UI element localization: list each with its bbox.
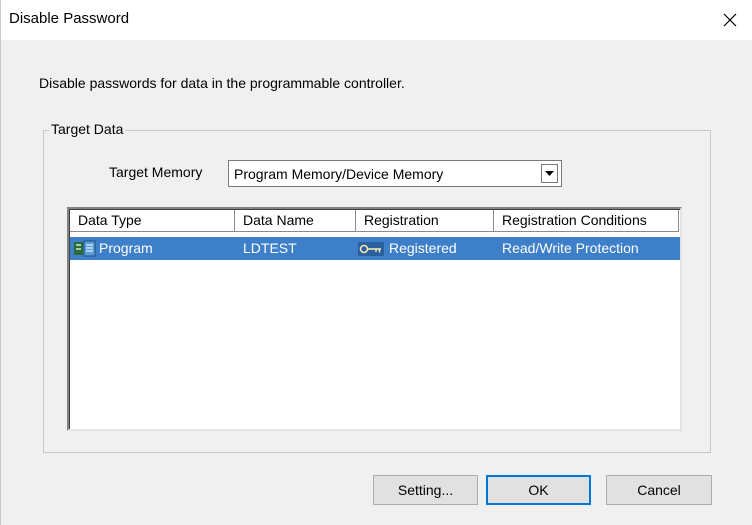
registration-value: Registered [389, 240, 457, 256]
title-bar: Disable Password [1, 0, 752, 40]
cancel-button[interactable]: Cancel [606, 475, 712, 505]
close-button[interactable] [707, 0, 752, 40]
target-data-list[interactable]: Data Type Data Name Registration Registr… [67, 207, 682, 431]
column-header-data-name[interactable]: Data Name [235, 210, 356, 232]
cell-data-name: LDTEST [235, 237, 356, 260]
column-header-data-type[interactable]: Data Type [70, 210, 235, 232]
cell-registration: Registered [356, 237, 494, 260]
column-header-registration-conditions[interactable]: Registration Conditions [494, 210, 679, 232]
setting-button[interactable]: Setting... [373, 475, 478, 505]
chevron-down-icon [545, 171, 554, 176]
target-memory-label: Target Memory [109, 164, 203, 180]
program-icon [74, 240, 96, 256]
description-text: Disable passwords for data in the progra… [39, 75, 405, 91]
key-icon [358, 241, 384, 256]
target-memory-value: Program Memory/Device Memory [234, 166, 444, 182]
data-name-value: LDTEST [243, 240, 297, 256]
data-type-value: Program [99, 240, 153, 256]
registration-conditions-value: Read/Write Protection [502, 240, 639, 256]
target-data-legend: Target Data [49, 121, 126, 137]
cell-registration-conditions: Read/Write Protection [494, 237, 679, 260]
disable-password-dialog: Disable Password Disable passwords for d… [0, 0, 752, 525]
cell-data-type: Program [70, 237, 235, 260]
window-title: Disable Password [9, 10, 130, 27]
ok-button[interactable]: OK [486, 475, 591, 505]
column-header-registration[interactable]: Registration [356, 210, 494, 232]
list-header: Data Type Data Name Registration Registr… [70, 210, 680, 232]
dropdown-arrow-button[interactable] [541, 164, 558, 183]
list-row-program[interactable]: Program LDTEST Registered Read/Write Pro… [70, 237, 680, 260]
close-icon [723, 13, 737, 27]
target-memory-dropdown[interactable]: Program Memory/Device Memory [228, 160, 562, 187]
